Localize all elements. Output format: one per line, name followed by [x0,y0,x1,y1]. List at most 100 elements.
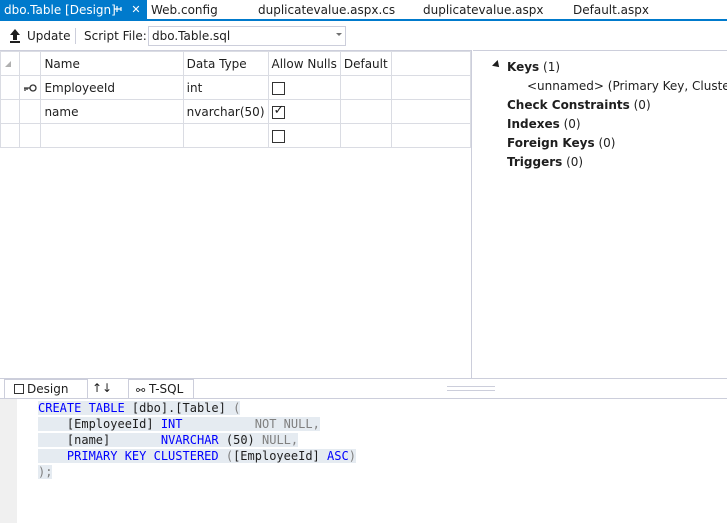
update-arrow-icon [8,28,22,44]
code-line: [EmployeeId] INT NOT NULL, [38,416,356,432]
columns-table: Name Data Type Allow Nulls Default Emplo… [0,51,472,148]
expand-arrow-icon[interactable] [492,60,502,70]
code-line: CREATE TABLE [dbo].[Table] ( [38,400,356,416]
cell-default[interactable] [339,99,392,124]
sql-paren: ) [348,449,356,463]
table-row[interactable]: name nvarchar(50) ✓ [0,99,472,124]
cell-default[interactable] [339,123,392,148]
key-cell [19,123,42,148]
tree-item-triggers[interactable]: Triggers (0) [507,154,583,170]
table-row[interactable]: EmployeeId int [0,75,472,100]
column-header-default[interactable]: Default [339,51,392,76]
design-icon [14,384,24,394]
triggers-label: Triggers [507,155,563,169]
cell-data-type[interactable]: int [182,75,269,100]
tree-item-check-constraints[interactable]: Check Constraints (0) [507,97,651,113]
key-col-header [19,51,42,76]
cell-allow-nulls[interactable]: ✓ [267,99,341,124]
tab-label: duplicatevalue.aspx [423,3,544,17]
code-line: [name] NVARCHAR (50) NULL, [38,432,356,448]
row-selector[interactable] [0,99,21,124]
script-file-label: Script File: [84,29,147,43]
update-button[interactable]: Update [5,26,74,46]
cell-column-name[interactable]: name [40,99,184,124]
table-row[interactable] [0,123,472,148]
cell-column-name[interactable]: EmployeeId [40,75,184,100]
indexes-label: Indexes [507,117,560,131]
cell-default[interactable] [339,75,392,100]
checkmark-icon: ✓ [273,102,285,118]
column-header-name[interactable]: Name [40,51,184,76]
tab-dbo-table-design[interactable]: dbo.Table [Design] ✕ [0,0,147,21]
table-properties-pane: Keys (1) <unnamed> (Primary Key, Cluster… [473,50,727,378]
sql-paren: ( [218,449,234,463]
sql-nullability: NULL, [262,433,299,447]
tab-default-aspx[interactable]: Default.aspx [573,0,649,21]
tree-item-primary-key[interactable]: <unnamed> (Primary Key, Clustered: Emplo… [527,78,727,94]
tab-design[interactable]: Design [4,379,88,398]
primary-key-entry: <unnamed> (Primary Key, Clustered: Emplo… [527,79,727,93]
tsql-editor[interactable]: CREATE TABLE [dbo].[Table] ( [EmployeeId… [0,398,727,523]
check-constraints-count: (0) [633,98,651,112]
row-selector[interactable] [0,123,21,148]
tree-item-keys[interactable]: Keys (1) [507,59,560,75]
tab-duplicatevalue-aspx-cs[interactable]: duplicatevalue.aspx.cs [258,0,395,21]
indexes-count: (0) [563,117,581,131]
code-line: ); [38,464,356,480]
sql-column: [EmployeeId] [233,449,320,463]
keys-label: Keys [507,60,540,74]
allow-nulls-checkbox[interactable]: ✓ [271,102,285,119]
swap-panes-icon: ↑↓ [91,381,113,395]
sql-type: INT [160,417,183,431]
cell-data-type[interactable] [182,123,269,148]
horizontal-splitter-grip[interactable] [447,386,495,391]
row-filler [390,75,472,100]
sql-size: (50) [218,433,262,447]
cell-column-name[interactable] [40,123,184,148]
key-cell [19,99,42,124]
toolbar-separator [75,28,76,44]
check-constraints-label: Check Constraints [507,98,630,112]
tab-label: Default.aspx [573,3,649,17]
cell-allow-nulls[interactable] [267,123,341,148]
close-icon[interactable]: ✕ [129,0,143,20]
cell-data-type[interactable]: nvarchar(50) [182,99,269,124]
row-filler [390,99,472,124]
tab-label: Web.config [151,3,218,17]
designer-toolbar: Update Script File: dbo.Table.sql [0,23,727,50]
sql-nullability: NOT NULL, [254,417,320,431]
design-tab-label: Design [27,382,69,396]
tree-item-foreign-keys[interactable]: Foreign Keys (0) [507,135,615,151]
allow-nulls-checkbox[interactable] [271,129,285,143]
sql-column: [name] [66,433,111,447]
tab-label: dbo.Table [Design] [4,3,116,17]
allow-nulls-checkbox[interactable] [271,81,285,95]
sql-terminator: ); [38,465,53,479]
swap-panes-button[interactable]: ↑↓ [88,379,116,398]
tab-duplicatevalue-aspx[interactable]: duplicatevalue.aspx [423,0,543,21]
row-selector[interactable] [0,75,21,100]
tsql-tab-label: T-SQL [149,382,184,396]
row-filler [390,123,472,148]
tree-item-indexes[interactable]: Indexes (0) [507,116,581,132]
table-header-row: Name Data Type Allow Nulls Default [0,51,472,76]
script-file-dropdown[interactable]: dbo.Table.sql [148,26,346,46]
keys-count: (1) [543,60,561,74]
column-header-data-type[interactable]: Data Type [182,51,269,76]
corner-cell [0,51,21,76]
script-file-value: dbo.Table.sql [152,29,231,43]
foreign-keys-count: (0) [598,136,616,150]
column-grid-pane: Name Data Type Allow Nulls Default Emplo… [0,50,472,378]
tab-web-config[interactable]: Web.config [151,0,218,21]
header-filler [390,51,472,76]
sql-column: [EmployeeId] [66,417,161,431]
sql-keyword: PRIMARY KEY CLUSTERED [66,449,219,463]
column-header-allow-nulls[interactable]: Allow Nulls [267,51,341,76]
tab-tsql[interactable]: ⚯ T-SQL [128,379,194,398]
sql-code[interactable]: CREATE TABLE [dbo].[Table] ( [EmployeeId… [38,400,356,480]
sql-paren: ( [233,401,241,415]
cell-allow-nulls[interactable] [267,75,341,100]
foreign-keys-label: Foreign Keys [507,136,595,150]
pin-icon[interactable] [112,0,126,20]
code-line: PRIMARY KEY CLUSTERED ([EmployeeId] ASC) [38,448,356,464]
